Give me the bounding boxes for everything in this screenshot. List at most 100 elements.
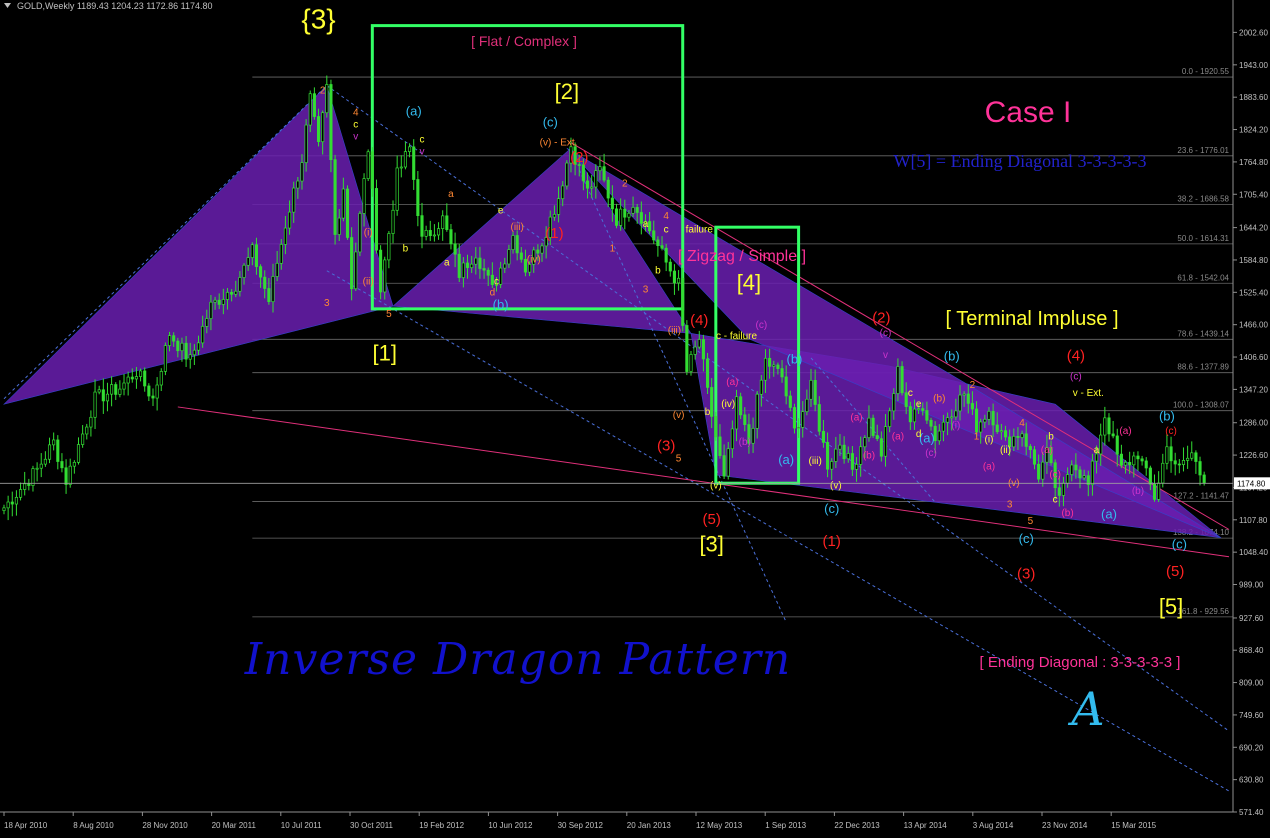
x-tick-label: 10 Jun 2012 — [488, 821, 533, 830]
candle-body — [379, 249, 383, 293]
candle-body — [792, 407, 797, 429]
minor-wave-label: 4 — [663, 211, 669, 222]
major-wave-label: [4] — [737, 270, 761, 295]
minor-wave-label: (iv) — [721, 399, 735, 410]
fib-level-label: 127.2 - 1141.47 — [1174, 491, 1230, 500]
terminal-impulse-label: [ Terminal Impluse ] — [945, 308, 1118, 330]
candle-body — [1144, 460, 1148, 469]
candle-body — [345, 188, 350, 238]
candle-body — [1090, 460, 1094, 485]
candle-body — [797, 427, 801, 429]
candle-body — [768, 357, 772, 367]
red-wave-label: (2) — [872, 309, 890, 326]
candle-body — [225, 292, 230, 300]
pattern-name: Inverse Dragon Pattern — [244, 634, 791, 685]
minor-wave-label: a — [643, 219, 649, 230]
candle-body — [552, 214, 556, 218]
candle-body — [830, 461, 834, 470]
candle-body — [1136, 455, 1140, 460]
candle-body — [362, 178, 366, 214]
candle-body — [408, 146, 412, 152]
candle-body — [1041, 461, 1045, 480]
candle-body — [445, 215, 449, 230]
candle-body — [300, 162, 304, 182]
candle-body — [892, 393, 896, 412]
candle-body — [76, 444, 81, 463]
current-price-label: 1174.80 — [1237, 479, 1266, 488]
minor-wave-label: (v) — [673, 410, 685, 421]
minor-wave-label: (v) — [830, 481, 842, 492]
candle-body — [635, 207, 639, 213]
y-tick-label: 1644.20 — [1239, 224, 1268, 233]
candle-body — [254, 244, 258, 267]
candle-body — [242, 264, 246, 278]
minor-wave-label: (c) — [756, 320, 768, 331]
candle-body — [581, 164, 585, 182]
fib-level-label: 161.8 - 929.56 — [1177, 607, 1229, 616]
candle-body — [436, 228, 441, 236]
candle-body — [81, 433, 85, 445]
candle-body — [1032, 449, 1037, 465]
minor-wave-label: (a) — [726, 377, 738, 388]
candle-body — [188, 354, 192, 360]
candle-body — [93, 391, 97, 418]
fib-level-label: 78.6 - 1439.14 — [1177, 329, 1229, 338]
x-tick-label: 10 Jul 2011 — [281, 821, 322, 830]
candle-body — [428, 230, 432, 237]
candle-body — [101, 389, 105, 402]
candle-body — [366, 151, 370, 179]
candle-body — [1123, 461, 1128, 466]
minor-wave-label: failure — [686, 225, 714, 236]
cyan-wave-label: (b) — [493, 297, 509, 312]
candle-body — [1078, 469, 1082, 479]
candle-body — [983, 418, 987, 423]
candle-body — [143, 370, 147, 387]
candle-body — [1020, 433, 1024, 438]
candle-body — [391, 209, 395, 234]
candle-body — [283, 227, 287, 245]
candle-body — [958, 394, 962, 412]
candle-body — [594, 170, 598, 188]
candle-body — [975, 408, 979, 433]
y-tick-label: 690.20 — [1239, 743, 1264, 752]
candle-body — [908, 406, 912, 423]
minor-wave-label: (a) — [892, 432, 904, 443]
minor-wave-label: c — [1053, 494, 1058, 505]
minor-wave-label: (i) — [985, 434, 994, 445]
candle-body — [817, 404, 821, 432]
red-wave-label: (3) — [657, 438, 675, 455]
minor-wave-label: v — [353, 131, 358, 142]
minor-wave-label: (b) — [863, 451, 875, 462]
candle-body — [697, 339, 701, 348]
x-tick-label: 12 May 2013 — [696, 821, 743, 830]
cyan-wave-label: (a) — [778, 452, 794, 467]
candle-body — [1003, 430, 1008, 438]
minor-wave-label: (ii) — [363, 276, 374, 287]
candle-body — [722, 455, 726, 477]
fib-level-label: 61.8 - 1542.04 — [1177, 273, 1229, 282]
y-tick-label: 571.40 — [1239, 808, 1264, 817]
candle-body — [196, 342, 201, 351]
candle-body — [118, 388, 122, 395]
candle-body — [519, 252, 523, 260]
candle-body — [1157, 482, 1161, 500]
candle-body — [668, 261, 672, 272]
candle-body — [416, 179, 420, 216]
candle-body — [813, 380, 817, 405]
minor-wave-label: 1 — [610, 244, 616, 255]
candle-body — [19, 489, 23, 498]
candle-body — [1161, 462, 1165, 484]
candle-body — [441, 215, 445, 229]
candle-body — [167, 335, 172, 346]
candle-body — [52, 439, 56, 446]
candle-body — [854, 464, 859, 470]
minor-wave-label: v - Ext. — [1073, 388, 1104, 399]
candle-body — [941, 421, 945, 432]
candle-body — [1169, 446, 1173, 462]
x-tick-label: 30 Sep 2012 — [558, 821, 604, 830]
candle-body — [395, 167, 399, 211]
y-tick-label: 1705.40 — [1239, 190, 1268, 199]
candle-body — [267, 288, 271, 302]
candle-body — [826, 442, 830, 470]
minor-wave-label: (i) — [951, 421, 960, 432]
